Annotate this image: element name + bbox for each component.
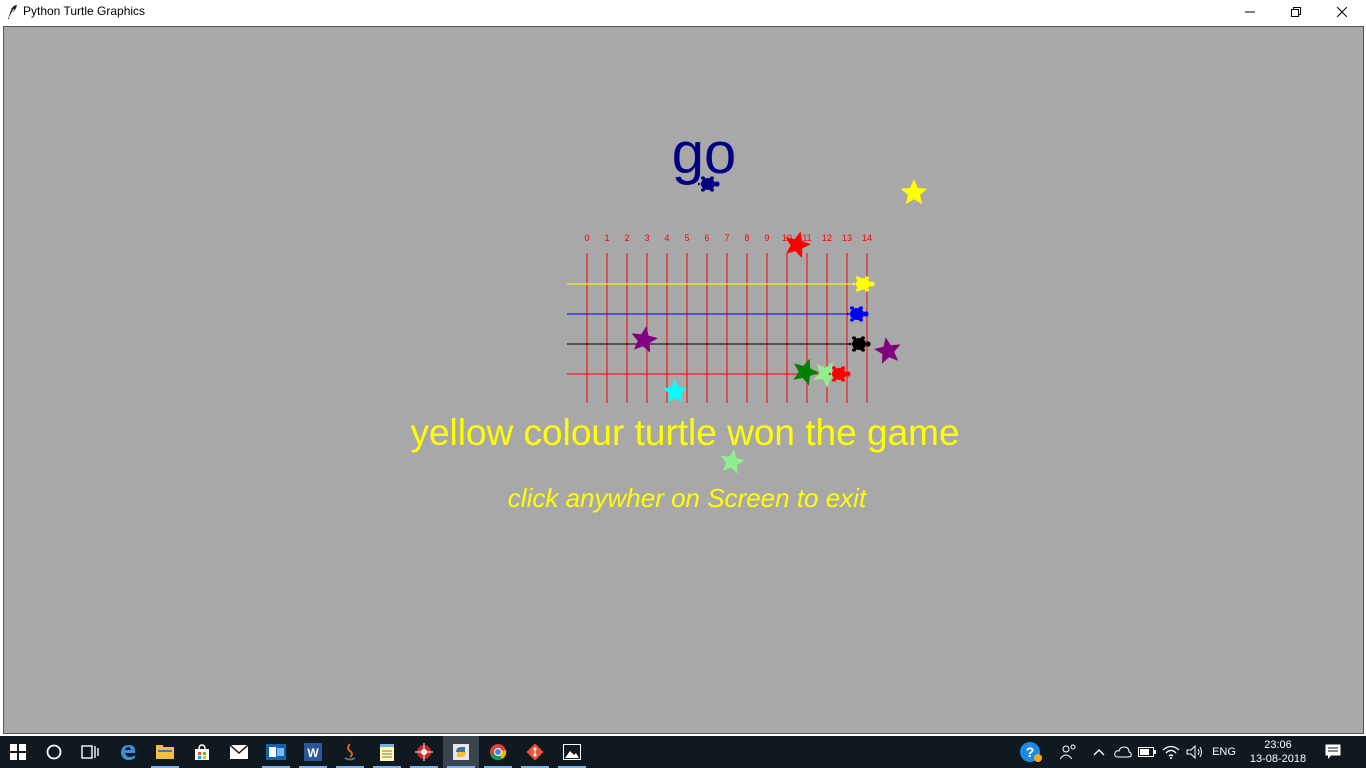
svg-text:?: ? (1026, 744, 1035, 760)
notifications-icon (1325, 744, 1341, 759)
mail-icon (230, 745, 248, 759)
close-button[interactable] (1319, 0, 1365, 24)
track-column-label: 11 (802, 233, 811, 243)
restore-icon (1291, 7, 1301, 17)
clock-date: 13-08-2018 (1249, 753, 1307, 765)
yellow-turtle (853, 276, 875, 292)
star (631, 326, 658, 353)
people-tray-button[interactable] (1056, 736, 1082, 768)
wifi-tray-button[interactable] (1160, 736, 1182, 768)
exit-instruction: click anywher on Screen to exit (508, 483, 868, 513)
star (900, 179, 928, 205)
language-label: ENG (1212, 746, 1236, 758)
star (874, 337, 901, 364)
task-view-button[interactable] (72, 736, 108, 768)
turtle-canvas[interactable]: 01234567891011121314 go yellow colour tu… (4, 27, 1363, 733)
taskbar-store[interactable] (184, 736, 220, 768)
chrome-icon (490, 744, 507, 761)
track-column-label: 0 (584, 233, 589, 243)
file-explorer-icon (156, 745, 174, 759)
track-column-label: 2 (624, 233, 629, 243)
taskbar-word[interactable]: W (295, 736, 331, 768)
cloud-sync-icon (1114, 746, 1132, 758)
taskbar-java[interactable] (332, 736, 368, 768)
close-icon (1337, 7, 1347, 17)
people-icon (1060, 744, 1076, 760)
help-tray-button[interactable]: ? (1016, 736, 1046, 768)
store-icon (195, 744, 209, 760)
show-hidden-icons-button[interactable] (1088, 736, 1110, 768)
language-indicator[interactable]: ENG (1206, 736, 1242, 768)
taskbar: W ? ENG 23:06 13-08-2018 (0, 736, 1366, 768)
onedrive-tray-button[interactable] (1112, 736, 1134, 768)
go-label: go (672, 121, 737, 186)
help-icon: ? (1020, 742, 1042, 762)
racing-turtles (698, 176, 875, 382)
track-column-label: 13 (842, 233, 852, 243)
taskbar-edge[interactable] (110, 736, 146, 768)
task-view-icon (81, 745, 99, 759)
track-column-label: 5 (684, 233, 689, 243)
speaker-icon (1186, 745, 1202, 759)
restore-button[interactable] (1273, 0, 1319, 24)
taskbar-git[interactable] (517, 736, 553, 768)
battery-tray-button[interactable] (1136, 736, 1158, 768)
track-column-label: 1 (604, 233, 609, 243)
minimize-icon (1245, 11, 1255, 13)
track-column-label: 9 (764, 233, 769, 243)
track-column-label: 7 (724, 233, 729, 243)
taskbar-outlook[interactable] (258, 736, 294, 768)
winner-message: yellow colour turtle won the game (410, 412, 959, 453)
volume-tray-button[interactable] (1184, 736, 1206, 768)
outlook-icon (266, 744, 286, 760)
feather-icon (8, 5, 17, 19)
edge-icon (121, 745, 136, 760)
minimize-button[interactable] (1227, 0, 1273, 24)
taskbar-photos[interactable] (554, 736, 590, 768)
word-icon: W (304, 743, 322, 761)
blue-turtle (847, 306, 869, 322)
battery-icon (1138, 747, 1156, 757)
windows-start-icon (10, 744, 26, 760)
taskbar-network-tool[interactable] (406, 736, 442, 768)
track-column-label: 4 (664, 233, 669, 243)
taskbar-chrome[interactable] (480, 736, 516, 768)
taskbar-notepad[interactable] (369, 736, 405, 768)
taskbar-file-explorer[interactable] (147, 736, 183, 768)
network-tool-icon (415, 743, 433, 761)
chevron-up-icon (1093, 749, 1105, 756)
track-column-label: 14 (862, 233, 872, 243)
title-bar: Python Turtle Graphics (0, 0, 1366, 24)
star (662, 379, 688, 403)
wifi-icon (1162, 745, 1180, 759)
taskbar-python[interactable] (443, 736, 479, 768)
track-column-label: 12 (822, 233, 832, 243)
track-column-label: 3 (644, 233, 649, 243)
turtle-canvas-frame[interactable]: 01234567891011121314 go yellow colour tu… (3, 26, 1364, 734)
cortana-search-icon (46, 744, 62, 760)
start-button[interactable] (0, 736, 36, 768)
track-column-label: 6 (704, 233, 709, 243)
git-icon (526, 743, 544, 761)
notepad-icon (380, 744, 394, 761)
action-center-button[interactable] (1318, 736, 1348, 768)
photos-icon (563, 744, 581, 760)
search-button[interactable] (36, 736, 72, 768)
star (793, 358, 819, 386)
svg-text:W: W (307, 746, 319, 760)
track-column-label: 8 (744, 233, 749, 243)
clock[interactable]: 23:06 13-08-2018 (1244, 736, 1312, 768)
java-icon (344, 743, 356, 761)
taskbar-mail[interactable] (221, 736, 257, 768)
clock-time: 23:06 (1264, 739, 1292, 751)
python-icon (453, 744, 469, 760)
window-title: Python Turtle Graphics (23, 4, 146, 18)
